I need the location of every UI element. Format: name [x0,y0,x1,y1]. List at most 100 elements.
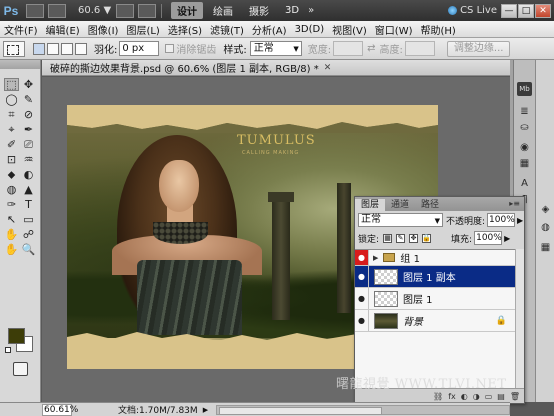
new-selection-icon[interactable] [33,42,45,55]
blur-tool-icon[interactable]: ⬥ [4,168,19,181]
status-zoom-field[interactable]: 60.61% [42,403,78,416]
layer-row[interactable]: ● 图层 1 [355,288,515,310]
close-button[interactable]: ✕ [535,3,551,18]
workspace-painting[interactable]: 绘画 [207,2,239,19]
minimize-button[interactable]: — [501,3,517,18]
status-menu-arrow-icon[interactable]: ▶ [203,406,208,414]
swap-icon[interactable]: ⇄ [367,43,375,54]
lock-all-icon[interactable]: 🔒 [422,233,432,243]
swatches-icon[interactable]: ▦ [517,156,532,170]
minibridge-icon[interactable] [48,3,66,18]
color-icon[interactable]: ◉ [517,140,532,154]
adjustment-layer-icon[interactable]: ◑ [473,392,480,401]
crop-tool-icon[interactable]: ⌗ [4,108,19,121]
opacity-arrow-icon[interactable]: ▶ [517,216,523,225]
character-icon[interactable]: A [517,176,532,190]
healing-brush-tool-icon[interactable]: ⌖ [4,123,19,136]
antialias-checkbox[interactable] [165,44,175,53]
tab-paths[interactable]: 路径 [415,199,445,211]
type-tool-icon[interactable]: T [21,198,36,211]
layer-row-group[interactable]: ● ▶ 组 1 [355,250,515,266]
history-icon[interactable]: ≣ [517,104,532,118]
pen-tool-icon[interactable]: ◍ [4,183,19,196]
foreground-color-swatch[interactable] [8,328,25,344]
panel-menu-icon[interactable]: ▸≡ [509,199,520,208]
tab-layers[interactable]: 图层 [355,199,386,211]
mini-bridge-icon[interactable]: Mb [517,82,532,96]
layer-row-selected[interactable]: ● 图层 1 副本 [355,266,515,288]
tab-channels[interactable]: 通道 [385,199,415,211]
cs-live-button[interactable]: CS Live [448,5,497,16]
adjustments-panel-icon[interactable]: ◍ [538,220,553,234]
lock-position-icon[interactable]: ✥ [409,233,419,243]
blend-mode-select[interactable]: 正常 [358,213,443,227]
layers-panel-icon[interactable]: ◈ [538,202,553,216]
tool-preset-picker[interactable] [3,40,25,57]
document-tab[interactable]: 破碎的撕边效果背景.psd @ 60.6% (图层 1 副本, RGB/8) *… [42,60,510,76]
path-selection-tool-icon[interactable]: ✑ [4,198,19,211]
workspace-photography[interactable]: 摄影 [243,2,275,19]
workspace-3d[interactable]: 3D [279,2,305,19]
opacity-input[interactable]: 100% [487,213,516,227]
marquee-tool-icon[interactable]: ⬚ [4,78,19,91]
default-colors-icon[interactable] [5,347,11,353]
move-tool-icon[interactable]: ✥ [21,78,36,91]
shape-tool-icon[interactable]: ▲ [21,183,36,196]
close-document-icon[interactable]: ✕ [324,63,332,73]
rectangle-tool-icon[interactable]: ▭ [21,213,36,226]
gradient-tool-icon[interactable]: ♒ [21,153,36,166]
add-to-selection-icon[interactable] [47,42,59,55]
feather-input[interactable]: 0 px [119,41,160,56]
3d-rotate-tool-icon[interactable]: ✋ [4,228,19,241]
dodge-tool-icon[interactable]: ◐ [21,168,36,181]
visibility-eye-icon[interactable]: ● [355,250,369,265]
quick-selection-tool-icon[interactable]: ✎ [21,93,36,106]
visibility-eye-icon[interactable]: ● [355,266,369,287]
menu-view[interactable]: 视图(V) [328,22,371,37]
eraser-tool-icon[interactable]: ⊡ [4,153,19,166]
intersect-selection-icon[interactable] [75,42,87,55]
menu-select[interactable]: 选择(S) [164,22,206,37]
subtract-from-selection-icon[interactable] [61,42,73,55]
history-brush-tool-icon[interactable]: ⎚ [21,138,36,151]
fill-input[interactable]: 100% [474,231,503,245]
menu-help[interactable]: 帮助(H) [417,22,460,37]
maximize-button[interactable]: □ [518,3,534,18]
masks-panel-icon[interactable]: ▦ [538,240,553,254]
delete-layer-icon[interactable]: 🗑 [510,392,520,401]
arrange-documents-icon[interactable] [116,3,134,18]
zoom-dropdown-icon[interactable]: ▼ [103,5,111,16]
clone-stamp-tool-icon[interactable]: ✐ [4,138,19,151]
lock-pixels-icon[interactable]: ✎ [396,233,406,243]
width-input[interactable] [333,41,364,56]
expand-group-icon[interactable]: ▶ [373,254,378,262]
new-layer-icon[interactable]: ▤ [497,392,505,401]
visibility-eye-icon[interactable]: ● [355,310,369,331]
zoom-value[interactable]: 60.6 [78,5,100,16]
menu-analysis[interactable]: 分析(A) [248,22,291,37]
more-workspaces-icon[interactable]: » [308,5,314,16]
layer-mask-icon[interactable]: ◐ [461,392,468,401]
menu-3d[interactable]: 3D(D) [291,24,329,35]
fill-arrow-icon[interactable]: ▶ [504,234,510,243]
menu-filter[interactable]: 滤镜(T) [206,22,248,37]
layer-style-icon[interactable]: fx [448,392,456,401]
height-input[interactable] [404,41,435,56]
direct-selection-tool-icon[interactable]: ↖ [4,213,19,226]
hand-tool-icon[interactable]: ✋ [4,243,19,256]
zoom-level[interactable]: 60.6 ▼ [78,5,112,16]
refine-edge-button[interactable]: 调整边缘... [446,40,511,57]
visibility-eye-icon[interactable]: ● [355,288,369,309]
brush-tool-icon[interactable]: ✒ [21,123,36,136]
link-layers-icon[interactable]: ⛓ [433,392,443,401]
new-group-icon[interactable]: ▭ [485,392,493,401]
actions-icon[interactable]: ⛀ [517,120,532,134]
menu-image[interactable]: 图像(I) [84,22,123,37]
style-select[interactable]: 正常 [249,41,302,56]
menu-file[interactable]: 文件(F) [0,22,42,37]
workspace-design[interactable]: 设计 [171,2,203,19]
canvas-horizontal-scrollbar[interactable] [216,404,510,415]
screen-mode-icon[interactable] [138,3,156,18]
menu-layer[interactable]: 图层(L) [122,22,163,37]
tools-panel-header[interactable] [0,60,40,69]
